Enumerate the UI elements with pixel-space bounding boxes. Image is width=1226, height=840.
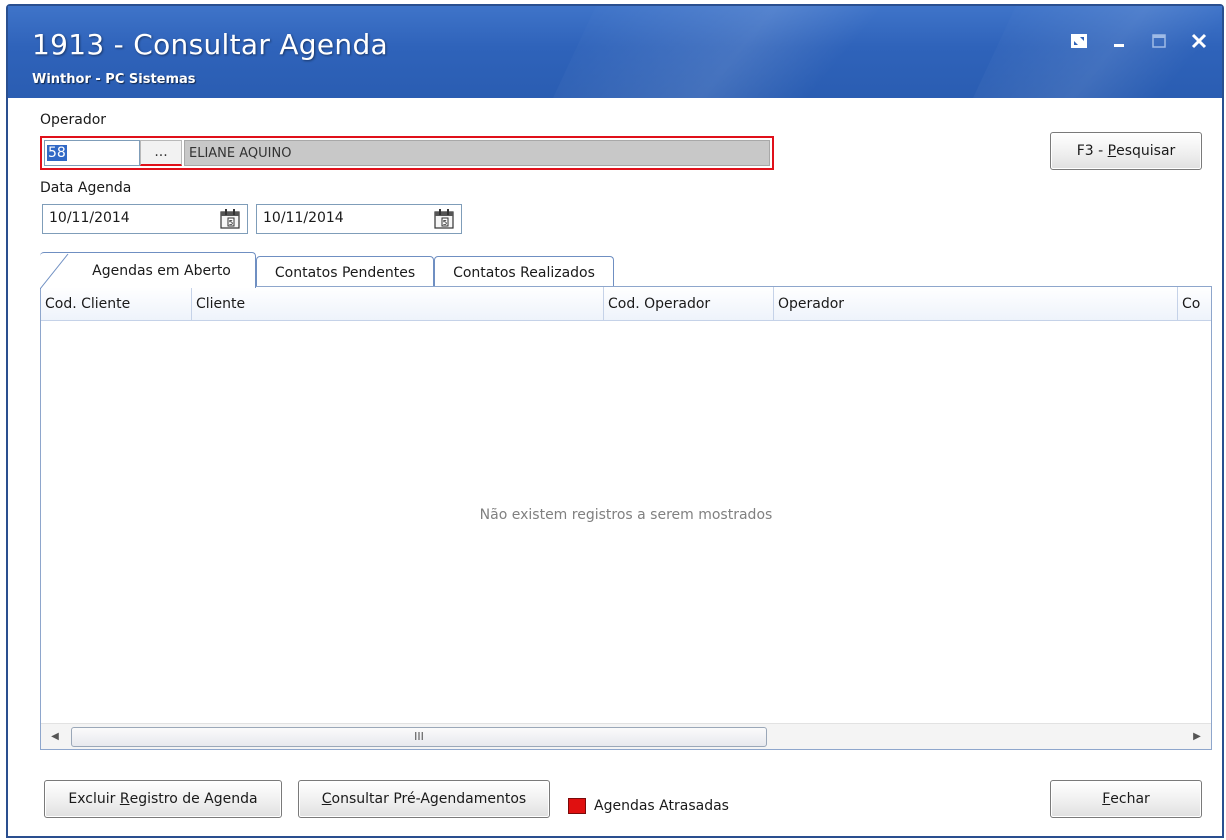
- maximize-icon[interactable]: [1146, 30, 1172, 52]
- scroll-right-icon[interactable]: ▶: [1189, 729, 1205, 745]
- minimize-icon[interactable]: [1106, 30, 1132, 52]
- svg-text:5: 5: [229, 219, 233, 227]
- close-button[interactable]: Fechar: [1050, 780, 1202, 818]
- calendar-icon[interactable]: 5: [219, 208, 241, 230]
- tab-agendas-em-aberto[interactable]: Agendas em Aberto: [40, 252, 256, 289]
- operator-name-field: ELIANE AQUINO: [184, 140, 770, 166]
- tab-contatos-pendentes[interactable]: Contatos Pendentes: [256, 256, 434, 288]
- overdue-legend-label: Agendas Atrasadas: [594, 798, 729, 814]
- results-grid: Cod. Cliente Cliente Cod. Operador Opera…: [40, 286, 1212, 750]
- form-content: Operador 58 ... ELIANE AQUINO F3 - Pesqu…: [8, 98, 1222, 836]
- close-icon[interactable]: [1186, 30, 1212, 52]
- end-date-input[interactable]: 10/11/2014 5: [256, 204, 462, 234]
- scroll-left-icon[interactable]: ◀: [47, 729, 63, 745]
- operator-code-input[interactable]: 58: [44, 140, 140, 166]
- start-date-input[interactable]: 10/11/2014 5: [42, 204, 248, 234]
- operator-label: Operador: [40, 112, 107, 128]
- window-controls: [1066, 30, 1212, 52]
- title-bar[interactable]: 1913 - Consultar Agenda Winthor - PC Sis…: [8, 6, 1222, 98]
- horizontal-scrollbar[interactable]: ◀ III ▶: [41, 723, 1211, 749]
- calendar-icon[interactable]: 5: [433, 208, 455, 230]
- scroll-thumb[interactable]: III: [71, 727, 767, 747]
- column-cliente[interactable]: Cliente: [191, 287, 603, 321]
- empty-message: Não existem registros a serem mostrados: [479, 507, 773, 523]
- search-button[interactable]: F3 - Pesquisar: [1050, 132, 1202, 170]
- grid-header: Cod. Cliente Cliente Cod. Operador Opera…: [41, 287, 1211, 321]
- svg-text:5: 5: [443, 219, 447, 227]
- overdue-legend: Agendas Atrasadas: [568, 798, 729, 814]
- tab-contatos-realizados[interactable]: Contatos Realizados: [434, 256, 614, 288]
- column-cod-cliente[interactable]: Cod. Cliente: [41, 287, 191, 321]
- delete-schedule-button[interactable]: Excluir Registro de Agenda: [44, 780, 282, 818]
- app-window: 1913 - Consultar Agenda Winthor - PC Sis…: [6, 4, 1224, 838]
- date-label: Data Agenda: [40, 180, 132, 196]
- column-co[interactable]: Co: [1177, 287, 1213, 321]
- column-cod-operador[interactable]: Cod. Operador: [603, 287, 773, 321]
- operator-lookup-button[interactable]: ...: [140, 140, 182, 166]
- operator-field-group: 58 ... ELIANE AQUINO: [40, 136, 774, 170]
- pre-schedule-button[interactable]: Consultar Pré-Agendamentos: [298, 780, 550, 818]
- window-subtitle: Winthor - PC Sistemas: [32, 72, 196, 87]
- overdue-color-swatch: [568, 798, 586, 814]
- window-title: 1913 - Consultar Agenda: [32, 28, 388, 61]
- restore-icon[interactable]: [1066, 30, 1092, 52]
- column-operador[interactable]: Operador: [773, 287, 1177, 321]
